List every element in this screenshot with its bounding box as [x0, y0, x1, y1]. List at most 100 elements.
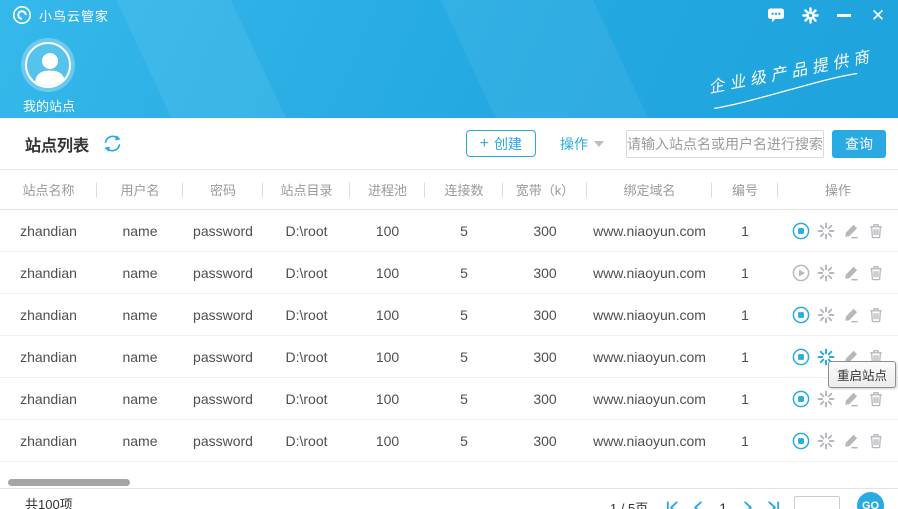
cell-domain: www.niaoyun.com: [587, 349, 712, 365]
table-row: zhandian name password D:\root 100 5 300…: [0, 210, 898, 252]
cell-password: password: [183, 223, 263, 239]
cell-number: 1: [712, 433, 778, 449]
col-operations: 操作: [778, 180, 898, 199]
cell-connections: 5: [425, 265, 503, 281]
chat-icon[interactable]: [766, 5, 786, 25]
cell-username: name: [97, 433, 183, 449]
cell-username: name: [97, 349, 183, 365]
edit-site-button[interactable]: [842, 432, 860, 450]
stop-site-button[interactable]: [792, 432, 810, 450]
cell-bandwidth: 300: [503, 223, 587, 239]
cell-site-name: zhandian: [0, 307, 97, 323]
delete-site-button[interactable]: [867, 432, 885, 450]
cell-directory: D:\root: [263, 265, 350, 281]
restart-site-button[interactable]: [817, 432, 835, 450]
goto-page-input[interactable]: [794, 496, 840, 509]
cell-site-name: zhandian: [0, 223, 97, 239]
cell-number: 1: [712, 391, 778, 407]
sidebar-item-my-sites[interactable]: 我的站点: [23, 42, 73, 115]
cell-username: name: [97, 391, 183, 407]
cell-username: name: [97, 265, 183, 281]
col-domain: 绑定域名: [587, 180, 712, 199]
col-password: 密码: [183, 180, 263, 199]
prev-page-button[interactable]: [691, 500, 706, 509]
cell-process-pool: 100: [350, 433, 425, 449]
horizontal-scrollbar[interactable]: [8, 479, 130, 486]
cell-bandwidth: 300: [503, 307, 587, 323]
toolbar: 站点列表 + 创建 操作 查询: [0, 118, 898, 170]
minimize-button[interactable]: [834, 5, 854, 25]
delete-site-button[interactable]: [867, 390, 885, 408]
refresh-icon[interactable]: [102, 133, 123, 154]
stop-site-button[interactable]: [792, 222, 810, 240]
delete-site-button[interactable]: [867, 222, 885, 240]
col-username: 用户名: [97, 180, 183, 199]
cell-password: password: [183, 265, 263, 281]
toolbar-actions: + 创建 操作 查询: [466, 130, 886, 158]
table-row: zhandian name password D:\root 100 5 300…: [0, 294, 898, 336]
restart-site-button[interactable]: [817, 306, 835, 324]
edit-site-button[interactable]: [842, 390, 860, 408]
last-page-button[interactable]: [766, 500, 781, 509]
restart-site-button[interactable]: [817, 222, 835, 240]
app-title: 小鸟云管家: [39, 6, 109, 25]
restart-site-button[interactable]: [817, 390, 835, 408]
col-process-pool: 进程池: [350, 180, 425, 199]
chevron-down-icon: [594, 141, 604, 147]
cell-directory: D:\root: [263, 433, 350, 449]
first-page-button[interactable]: [665, 500, 680, 509]
cell-process-pool: 100: [350, 265, 425, 281]
actions-dropdown-label: 操作: [560, 134, 588, 154]
total-count-label: 共100项: [25, 494, 73, 509]
create-button-label: 创建: [494, 134, 522, 154]
titlebar: 小鸟云管家: [0, 0, 898, 30]
table-header: 站点名称 用户名 密码 站点目录 进程池 连接数 宽带（k） 绑定域名 编号 操…: [0, 170, 898, 210]
cell-site-name: zhandian: [0, 349, 97, 365]
delete-site-button[interactable]: [867, 306, 885, 324]
pagination: 1 / 5页 1 GO: [610, 494, 884, 509]
stop-site-button[interactable]: [792, 390, 810, 408]
close-button[interactable]: ✕: [868, 5, 888, 25]
create-button[interactable]: + 创建: [466, 130, 536, 157]
col-connections: 连接数: [425, 180, 503, 199]
col-number: 编号: [712, 180, 778, 199]
cell-connections: 5: [425, 433, 503, 449]
stop-site-button[interactable]: [792, 306, 810, 324]
next-page-button[interactable]: [740, 500, 755, 509]
table-row: zhandian name password D:\root 100 5 300…: [0, 420, 898, 462]
query-button[interactable]: 查询: [832, 130, 886, 158]
cell-bandwidth: 300: [503, 265, 587, 281]
restart-site-button[interactable]: [817, 264, 835, 282]
start-site-button[interactable]: [792, 264, 810, 282]
table-row: zhandian name password D:\root 100 5 300…: [0, 252, 898, 294]
settings-gear-icon[interactable]: [800, 5, 820, 25]
cell-directory: D:\root: [263, 223, 350, 239]
go-button[interactable]: GO: [857, 492, 884, 509]
app-logo-icon: [12, 5, 32, 25]
edit-site-button[interactable]: [842, 306, 860, 324]
cell-operations: [778, 432, 898, 450]
edit-site-button[interactable]: [842, 264, 860, 282]
cell-number: 1: [712, 223, 778, 239]
site-table: 站点名称 用户名 密码 站点目录 进程池 连接数 宽带（k） 绑定域名 编号 操…: [0, 170, 898, 462]
col-site-name: 站点名称: [0, 180, 97, 199]
cell-password: password: [183, 307, 263, 323]
col-bandwidth: 宽带（k）: [503, 180, 587, 199]
cell-site-name: zhandian: [0, 391, 97, 407]
edit-site-button[interactable]: [842, 222, 860, 240]
cell-operations: [778, 306, 898, 324]
col-directory: 站点目录: [263, 180, 350, 199]
cell-directory: D:\root: [263, 307, 350, 323]
page-title: 站点列表: [25, 132, 89, 156]
plus-icon: +: [480, 136, 489, 152]
delete-site-button[interactable]: [867, 264, 885, 282]
stop-site-button[interactable]: [792, 348, 810, 366]
my-sites-label: 我的站点: [23, 96, 73, 115]
brand-slogan: 企业级产品提供商: [706, 42, 878, 110]
cell-domain: www.niaoyun.com: [587, 391, 712, 407]
actions-dropdown[interactable]: 操作: [560, 134, 604, 154]
current-page-number: 1: [717, 500, 729, 509]
cell-domain: www.niaoyun.com: [587, 307, 712, 323]
search-input[interactable]: [626, 130, 824, 158]
cell-bandwidth: 300: [503, 391, 587, 407]
